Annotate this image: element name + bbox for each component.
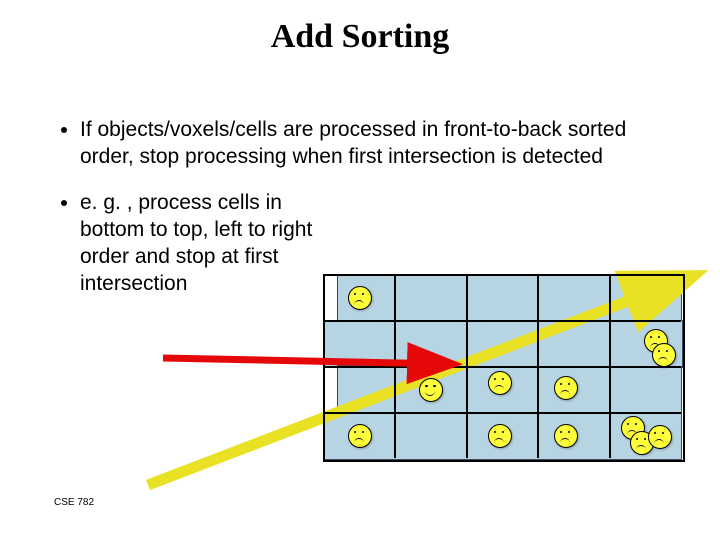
diagram: [323, 260, 693, 492]
face-r3-c4c: [648, 425, 672, 449]
face-r3-c3a: [554, 424, 578, 448]
faces-layer: [323, 274, 681, 458]
face-r2-c3: [554, 376, 578, 400]
bullet-1: If objects/voxels/cells are processed in…: [80, 116, 658, 171]
face-r1-c4b: [652, 343, 676, 367]
slide-title: Add Sorting: [0, 18, 720, 56]
face-r2-c1: [419, 378, 443, 402]
face-r0-c0: [348, 286, 372, 310]
bullet-2: e. g. , process cells in bottom to top, …: [80, 189, 340, 298]
face-r3-c2: [488, 424, 512, 448]
face-r3-c0: [348, 424, 372, 448]
face-r2-c2: [488, 371, 512, 395]
footer-course: CSE 782: [54, 497, 94, 508]
